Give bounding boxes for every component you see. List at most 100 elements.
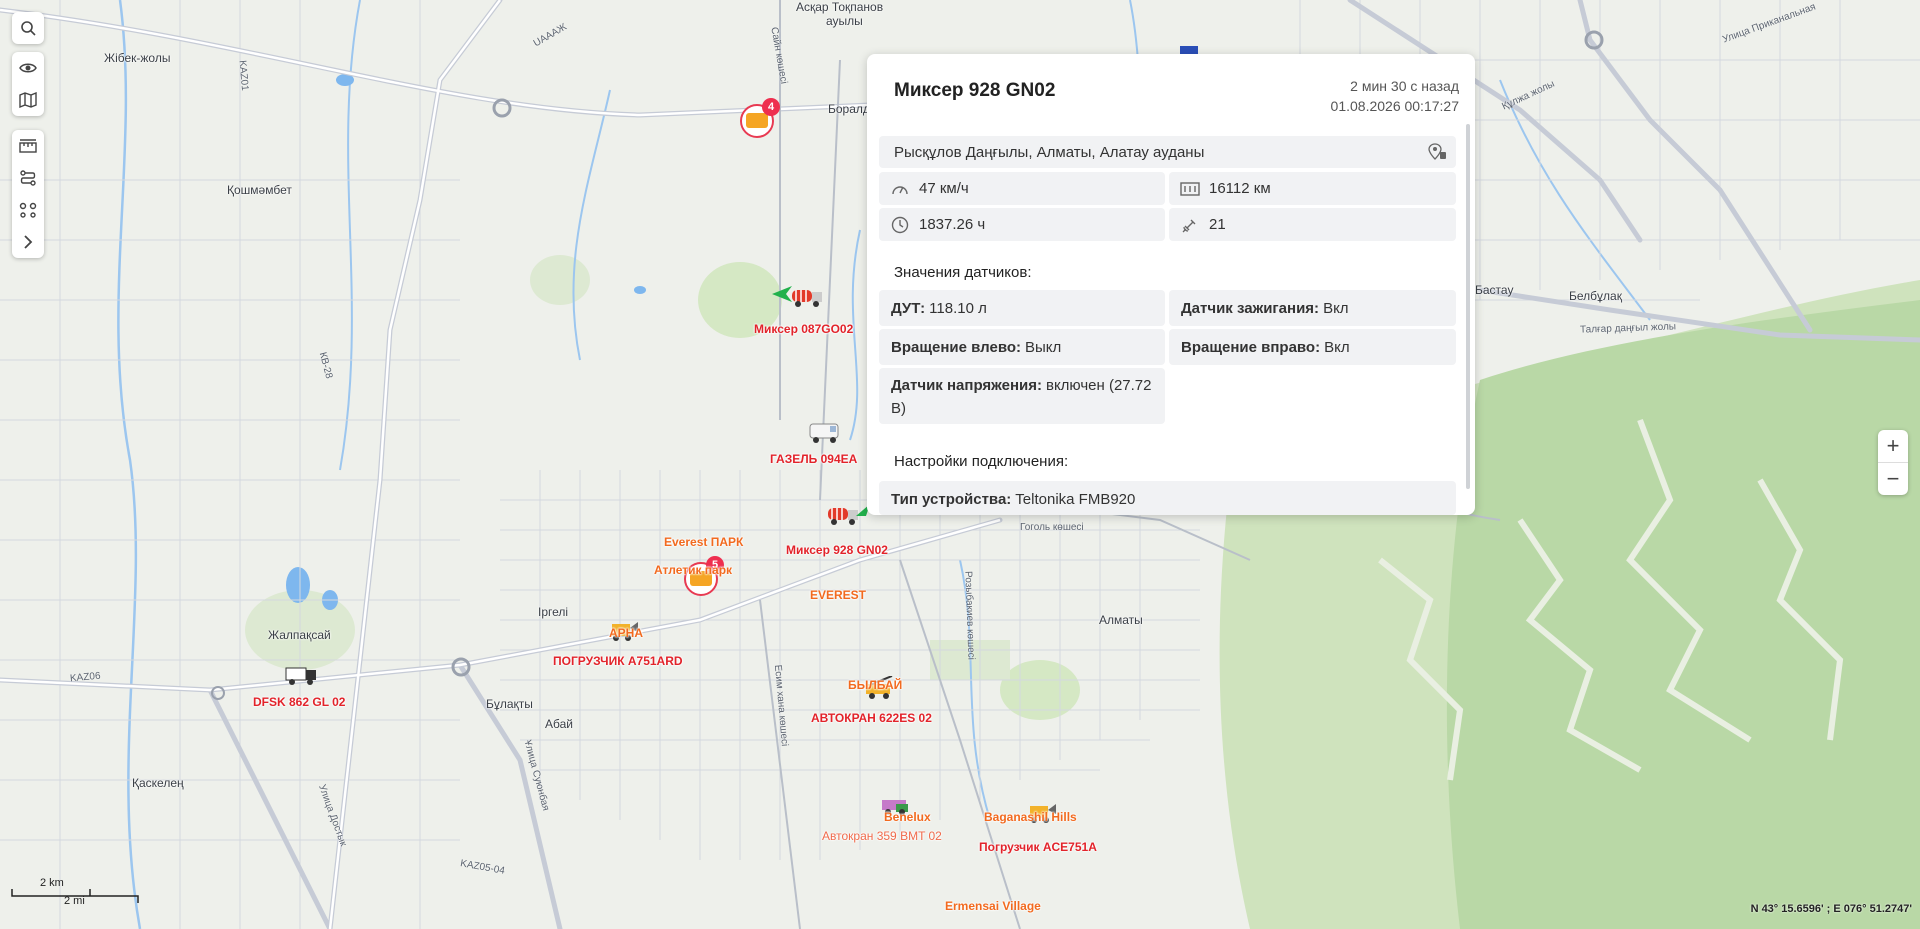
- mixer-icon: [746, 113, 768, 128]
- sensor-key: Вращение влево:: [891, 338, 1022, 356]
- mileage-cell: 16112 км: [1169, 172, 1456, 205]
- vehicle-title: Миксер 928 GN02: [894, 80, 1056, 101]
- sensor-voltage: Датчик напряжения: включен (27.72 В): [879, 368, 1165, 424]
- vehicle-cluster[interactable]: 4: [740, 98, 780, 138]
- place-label: Алматы: [1099, 613, 1143, 627]
- mixer-truck-icon[interactable]: [790, 284, 824, 308]
- vehicle-label[interactable]: Миксер 928 GN02: [786, 543, 888, 557]
- cluster-count-badge: 4: [762, 98, 780, 116]
- place-label: Іргелі: [538, 605, 569, 619]
- vehicle-label[interactable]: Benelux: [884, 810, 931, 824]
- direction-arrow-icon: [772, 286, 792, 302]
- place-label: Белбұлақ: [1569, 289, 1622, 303]
- road-label: Гоголь көшесі: [1020, 522, 1084, 533]
- device-value: Teltonika FMB920: [1015, 491, 1136, 508]
- clock-icon: [891, 216, 909, 233]
- scale-mi: 2 mi: [64, 895, 85, 907]
- vehicle-label[interactable]: Ermensai Village: [945, 899, 1041, 913]
- device-type-row: Тип устройства: Teltonika FMB920: [879, 481, 1456, 515]
- vehicle-label[interactable]: БЫЛБАЙ: [848, 678, 902, 692]
- popup-scrollbar[interactable]: [1466, 124, 1470, 489]
- vehicle-label[interactable]: EVEREST: [810, 588, 866, 602]
- odometer-icon: [1180, 181, 1200, 196]
- engine-hours-value: 1837.26 ч: [919, 216, 986, 233]
- satellites-value: 21: [1209, 216, 1226, 233]
- address-row: Рысқұлов Даңғылы, Алматы, Алатау ауданы: [879, 136, 1456, 168]
- place-label: Бастау: [1475, 283, 1514, 297]
- map-layers-button[interactable]: [12, 84, 44, 116]
- place-label: Абай: [545, 717, 573, 731]
- speed-cell: 47 км/ч: [879, 172, 1165, 205]
- vehicle-label[interactable]: АРНА: [609, 626, 643, 640]
- place-label: Жібек-жолы: [104, 51, 171, 65]
- time-ago: 2 мин 30 с назад: [1350, 78, 1459, 94]
- vehicle-label[interactable]: Everest ПАРК: [664, 535, 743, 549]
- sensor-key: Вращение вправо:: [1181, 338, 1321, 356]
- vehicle-label[interactable]: Автокран 359 BMT 02: [822, 829, 942, 843]
- update-datetime: 01.08.2026 00:17:27: [1330, 98, 1459, 114]
- mileage-value: 16112 км: [1209, 180, 1271, 197]
- zoom-out-button[interactable]: −: [1878, 462, 1908, 495]
- place-label: Қошмәмбет: [227, 183, 292, 197]
- sensor-value: Вкл: [1324, 338, 1350, 356]
- vehicle-label[interactable]: Атлетик парк: [654, 563, 732, 577]
- sensor-rotate-left: Вращение влево: Выкл: [879, 329, 1165, 365]
- vehicle-label[interactable]: Погрузчик ACE751A: [979, 840, 1097, 854]
- scale-km: 2 km: [40, 877, 64, 889]
- zoom-controls: + −: [1878, 430, 1908, 495]
- vehicle-label[interactable]: Baganashil Hills: [984, 810, 1077, 824]
- vehicle-label[interactable]: АВТОКРАН 622ES 02: [811, 711, 932, 725]
- satellite-icon: [1182, 219, 1196, 232]
- vehicle-label[interactable]: ГАЗЕЛЬ 094EA: [770, 452, 857, 466]
- sensor-key: Датчик зажигания:: [1181, 299, 1320, 317]
- eye-icon: [19, 63, 37, 73]
- last-update: 2 мин 30 с назад 01.08.2026 00:17:27: [1331, 76, 1459, 116]
- vehicle-label[interactable]: DFSK 862 GL 02: [253, 695, 345, 709]
- speedometer-icon: [892, 185, 908, 194]
- map-icon: [19, 92, 37, 108]
- sensor-rotate-right: Вращение вправо: Вкл: [1169, 329, 1456, 365]
- sensor-key: ДУТ:: [891, 299, 926, 317]
- engine-hours-cell: 1837.26 ч: [879, 208, 1165, 241]
- truck-icon[interactable]: [284, 662, 318, 686]
- cursor-coordinates: N 43° 15.6596' ; E 076° 51.2747': [1750, 903, 1912, 915]
- place-label: Бұлақты: [486, 697, 533, 711]
- map-scale: 2 km 2 mi: [10, 877, 140, 913]
- search-icon: [21, 21, 36, 36]
- geofence-button[interactable]: [12, 194, 44, 226]
- vehicle-label[interactable]: ПОГРУЗЧИК A751ARD: [553, 654, 683, 668]
- tools-toolbar: [12, 130, 44, 258]
- sensors-heading: Значения датчиков:: [894, 264, 1032, 281]
- zoom-in-button[interactable]: +: [1878, 430, 1908, 462]
- sensor-value: 118.10 л: [929, 299, 987, 317]
- sensor-fuel: ДУТ: 118.10 л: [879, 290, 1165, 326]
- expand-panel-button[interactable]: [12, 226, 44, 258]
- address-text: Рысқұлов Даңғылы, Алматы, Алатау ауданы: [894, 143, 1205, 161]
- place-label: Асқар Тоқпанов: [796, 0, 884, 14]
- place-label: Қаскелең: [132, 776, 184, 790]
- search-button[interactable]: [12, 12, 44, 44]
- van-icon[interactable]: [808, 420, 842, 444]
- connection-heading: Настройки подключения:: [894, 453, 1069, 470]
- geofence-icon: [19, 202, 37, 218]
- mixer-truck-icon[interactable]: [826, 502, 860, 526]
- place-label: ауылы: [826, 14, 863, 28]
- ruler-icon: [19, 139, 37, 153]
- vehicle-info-popup: Миксер 928 GN02 2 мин 30 с назад 01.08.2…: [867, 54, 1475, 515]
- vehicle-label[interactable]: Миксер 087GO02: [754, 322, 853, 336]
- satellites-cell: 21: [1169, 208, 1456, 241]
- chevron-right-icon: [24, 235, 33, 249]
- visibility-button[interactable]: [12, 52, 44, 84]
- speed-value: 47 км/ч: [919, 180, 969, 197]
- ruler-button[interactable]: [12, 130, 44, 162]
- sensor-value: Вкл: [1323, 299, 1349, 317]
- view-toolbar: [12, 52, 44, 116]
- sensor-key: Датчик напряжения:: [891, 377, 1042, 394]
- sensor-ignition: Датчик зажигания: Вкл: [1169, 290, 1456, 326]
- sensor-value: Выкл: [1025, 338, 1062, 356]
- search-toolbar: [12, 12, 44, 44]
- route-button[interactable]: [12, 162, 44, 194]
- location-pin-icon[interactable]: [1428, 143, 1448, 161]
- device-key: Тип устройства:: [891, 491, 1012, 508]
- route-icon: [20, 170, 36, 186]
